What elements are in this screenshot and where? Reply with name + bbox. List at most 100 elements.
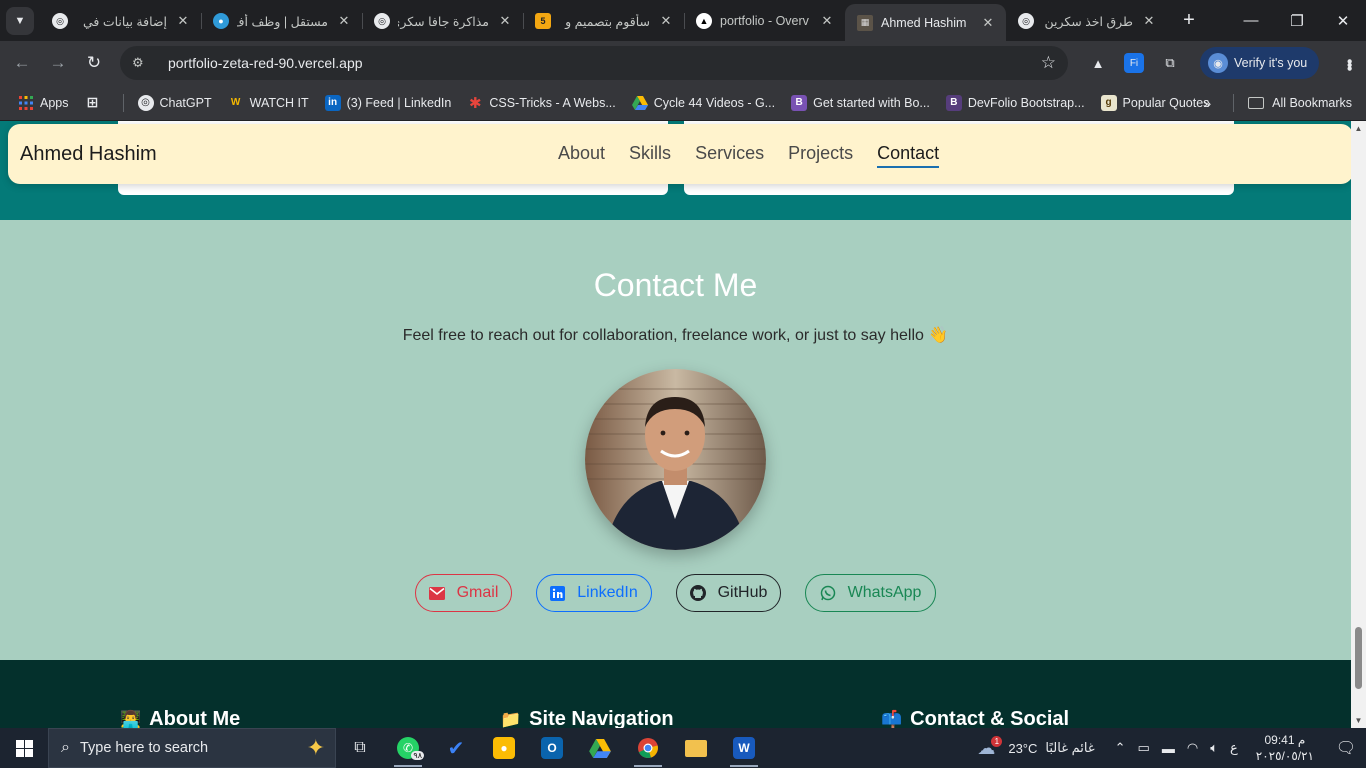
close-icon[interactable]: ✕ xyxy=(336,13,352,29)
all-bookmarks-button[interactable]: All Bookmarks xyxy=(1248,96,1352,110)
whatsapp-icon xyxy=(820,585,836,601)
task-view-button[interactable]: ⧉ xyxy=(336,728,384,768)
linkedin-icon: in xyxy=(324,94,341,111)
profile-avatar-icon: ◉ xyxy=(1208,53,1228,73)
site-brand[interactable]: Ahmed Hashim xyxy=(20,143,157,166)
weather-widget[interactable]: ☁ 1 23°C غائم غالبًا xyxy=(977,735,1095,759)
taskbar-drive[interactable] xyxy=(576,728,624,768)
system-tray: ☁ 1 23°C غائم غالبًا ⌃ ▭ ▬ ◠ 🔈︎ ع 09:41 … xyxy=(977,728,1366,768)
bookmark-tab-groups[interactable]: ⊞ xyxy=(85,94,107,111)
tab[interactable]: ▲ portfolio - Overv ✕ xyxy=(684,4,845,38)
bookmark-label: Popular Quotes xyxy=(1122,95,1210,110)
outlook-icon: O xyxy=(541,737,563,759)
footer-heading-text: About Me xyxy=(149,708,241,728)
bookmark-label: ChatGPT xyxy=(159,95,212,110)
scroll-down-icon[interactable]: ▼ xyxy=(1351,713,1366,728)
bookmark-linkedin[interactable]: in (3) Feed | LinkedIn xyxy=(324,94,452,111)
bookmarks-overflow: » All Bookmarks xyxy=(1203,85,1352,121)
chrome-icon xyxy=(637,737,659,759)
nav-link-skills[interactable]: Skills xyxy=(629,143,671,168)
github-label: GitHub xyxy=(717,584,768,601)
verify-profile-button[interactable]: ◉ Verify it's you xyxy=(1200,47,1320,79)
nav-link-contact[interactable]: Contact xyxy=(877,143,940,168)
bookmark-star-icon[interactable]: ☆ xyxy=(1041,53,1056,73)
forward-icon[interactable]: → xyxy=(40,45,76,81)
scroll-up-icon[interactable]: ▲ xyxy=(1351,121,1366,136)
close-icon[interactable]: ✕ xyxy=(497,13,513,29)
tab-title: سأقوم بتصميم و xyxy=(565,14,650,29)
bookmark-chatgpt[interactable]: ◎ ChatGPT xyxy=(137,94,212,111)
back-icon[interactable]: ← xyxy=(4,45,40,81)
whatsapp-button[interactable]: WhatsApp xyxy=(805,574,936,612)
close-icon[interactable]: ✕ xyxy=(1141,13,1157,29)
reload-icon[interactable]: ↻ xyxy=(76,45,112,81)
tab-search-button[interactable]: ▼ xyxy=(6,6,34,35)
vercel-extension-icon[interactable]: ▲ xyxy=(1083,48,1113,78)
display-icon[interactable]: ▭ xyxy=(1138,740,1150,756)
footer-heading-text: Site Navigation xyxy=(529,708,674,728)
scrollbar-thumb[interactable] xyxy=(1355,627,1362,689)
close-icon[interactable]: ✕ xyxy=(175,13,191,29)
close-icon[interactable]: ✕ xyxy=(819,13,835,29)
nav-link-about[interactable]: About xyxy=(558,143,605,168)
bookmark-popular-quotes[interactable]: g Popular Quotes xyxy=(1100,94,1210,111)
taskbar-whatsapp[interactable]: ✆ ٩٨ xyxy=(384,728,432,768)
tab-strip: ▼ ◎ إضافة بيانات في ✕ ● مستقل | وظف أف ✕… xyxy=(0,0,1366,41)
puzzle-extensions-icon[interactable]: ⧉ xyxy=(1155,48,1185,78)
close-window-icon[interactable]: ✕ xyxy=(1320,0,1366,41)
taskbar-word[interactable]: W xyxy=(720,728,768,768)
input-language[interactable]: ع xyxy=(1230,740,1238,756)
notifications-button[interactable]: 🗨︎ xyxy=(1326,728,1366,768)
url-text[interactable]: portfolio-zeta-red-90.vercel.app xyxy=(168,55,1041,71)
linkedin-button[interactable]: LinkedIn xyxy=(536,574,652,612)
browser-toolbar: ← → ↻ ⚙ portfolio-zeta-red-90.vercel.app… xyxy=(0,41,1366,85)
tab[interactable]: ◎ طرق اخذ سكرين ✕ xyxy=(1006,4,1167,38)
github-icon xyxy=(689,585,706,601)
more-menu-icon[interactable]: ••• xyxy=(1340,59,1358,70)
bookmark-google-drive[interactable]: Cycle 44 Videos - G... xyxy=(631,95,775,111)
address-bar[interactable]: ⚙ portfolio-zeta-red-90.vercel.app ☆ xyxy=(120,46,1068,80)
nav-link-projects[interactable]: Projects xyxy=(788,143,853,168)
taskbar-outlook[interactable]: O xyxy=(528,728,576,768)
wifi-icon[interactable]: ◠ xyxy=(1187,740,1198,756)
chevron-up-icon[interactable]: ⌃ xyxy=(1115,740,1126,756)
minimize-icon[interactable]: — xyxy=(1228,0,1274,41)
clock[interactable]: 09:41 م ٢٠٢٥/٠٥/٢١ xyxy=(1256,732,1314,764)
restore-icon[interactable]: ❐ xyxy=(1274,0,1320,41)
new-tab-button[interactable]: + xyxy=(1177,9,1201,32)
bookmark-label: (3) Feed | LinkedIn xyxy=(346,95,452,110)
tab[interactable]: 5 سأقوم بتصميم و ✕ xyxy=(523,4,684,38)
start-button[interactable] xyxy=(0,728,48,768)
mailbox-emoji-icon: 📫 xyxy=(881,709,903,729)
page-scrollbar[interactable]: ▲ ▼ xyxy=(1351,121,1366,728)
bookmark-apps[interactable]: Apps xyxy=(18,95,69,111)
taskbar-chrome[interactable] xyxy=(624,728,672,768)
bookmark-watchit[interactable]: W WATCH IT xyxy=(228,95,309,111)
bookmark-bootstrap[interactable]: B Get started with Bo... xyxy=(791,94,930,111)
taskbar-todo[interactable]: ✔ xyxy=(432,728,480,768)
github-button[interactable]: GitHub xyxy=(676,574,781,612)
battery-icon[interactable]: ▬ xyxy=(1162,741,1175,756)
fonts-extension-icon[interactable]: Fi xyxy=(1124,53,1144,73)
tab[interactable]: ◎ إضافة بيانات في ✕ xyxy=(40,4,201,38)
tab-active[interactable]: ▦ Ahmed Hashim ✕ xyxy=(845,4,1006,41)
clock-date: ٢٠٢٥/٠٥/٢١ xyxy=(1255,749,1314,763)
close-icon[interactable]: ✕ xyxy=(980,15,996,31)
close-icon[interactable]: ✕ xyxy=(658,13,674,29)
tab[interactable]: ◎ مذاكرة جافا سكري ✕ xyxy=(362,4,523,38)
contact-subtitle: Feel free to reach out for collaboration… xyxy=(402,327,949,344)
taskbar-search[interactable]: ⌕ Type here to search ✦ xyxy=(48,728,336,768)
chevron-right-icon[interactable]: » xyxy=(1203,95,1211,111)
taskbar-keep[interactable]: ● xyxy=(480,728,528,768)
bookmark-css-tricks[interactable]: ✱ CSS-Tricks - A Webs... xyxy=(467,95,616,112)
taskbar-file-explorer[interactable] xyxy=(672,728,720,768)
tab[interactable]: ● مستقل | وظف أف ✕ xyxy=(201,4,362,38)
gmail-button[interactable]: Gmail xyxy=(415,574,512,612)
verify-label: Verify it's you xyxy=(1234,56,1308,70)
tab-title: طرق اخذ سكرين xyxy=(1044,14,1133,29)
bookmark-separator xyxy=(122,93,124,112)
bookmark-devfolio[interactable]: B DevFolio Bootstrap... xyxy=(945,94,1085,111)
volume-icon[interactable]: 🔈︎ xyxy=(1210,740,1218,756)
nav-link-services[interactable]: Services xyxy=(695,143,764,168)
site-settings-icon[interactable]: ⚙ xyxy=(132,55,152,71)
